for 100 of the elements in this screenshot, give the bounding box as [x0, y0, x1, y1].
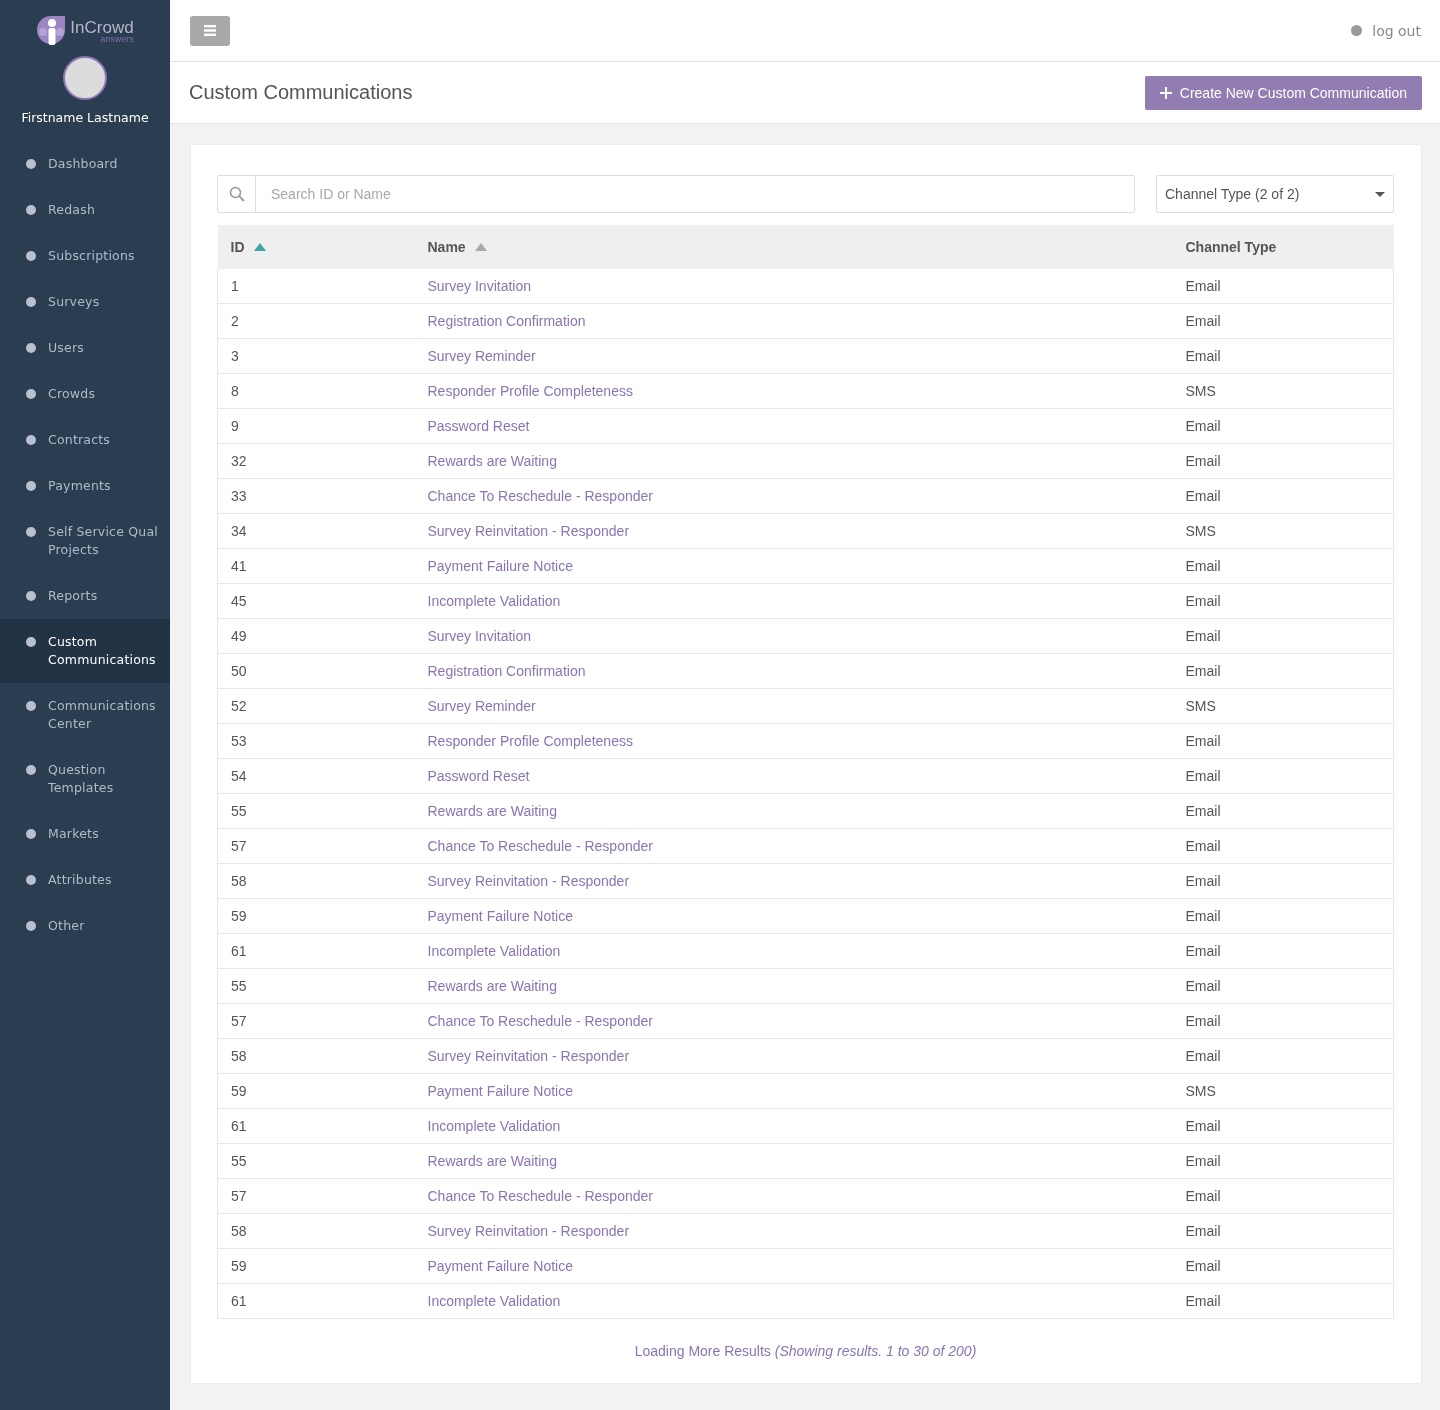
name-link[interactable]: Password Reset [427, 418, 530, 434]
sidebar-item[interactable]: Reports [0, 573, 170, 619]
id-cell: 53 [217, 723, 415, 759]
menu-button[interactable] [190, 15, 230, 46]
sidebar-item[interactable]: Surveys [0, 279, 170, 325]
name-link[interactable]: Survey Reinvitation - Responder [427, 523, 630, 539]
results-status: Loading More Results (Showing results. 1 to 30 of 200) [633, 1343, 978, 1359]
id-cell: 61 [217, 933, 415, 969]
bullet-icon [26, 251, 36, 261]
channel-type-cell: Email [1172, 269, 1394, 304]
channel-type-cell: Email [1172, 1108, 1394, 1144]
column-header: Channel Type [1172, 225, 1394, 269]
channel-type-cell: Email [1172, 408, 1394, 444]
sidebar-item[interactable]: Self Service Qual Projects [0, 509, 170, 573]
name-link[interactable]: Survey Reinvitation - Responder [427, 1048, 630, 1064]
bullet-icon [26, 159, 36, 169]
id-cell: 57 [217, 1003, 415, 1039]
channel-type-cell: Email [1172, 583, 1394, 619]
name-link[interactable]: Chance To Reschedule - Responder [427, 838, 653, 854]
sidebar-item[interactable]: Subscriptions [0, 233, 170, 279]
name-link[interactable]: Payment Failure Notice [427, 908, 573, 924]
channel-type-dropdown[interactable]: Channel Type (2 of 2) [1156, 175, 1394, 213]
name-link[interactable]: Incomplete Validation [427, 1293, 561, 1309]
search-icon [228, 186, 245, 202]
bullet-icon [26, 591, 36, 601]
sidebar-item[interactable]: Crowds [0, 371, 170, 417]
sidebar-item[interactable]: Dashboard [0, 141, 170, 187]
name-link[interactable]: Chance To Reschedule - Responder [427, 1013, 653, 1029]
channel-type-cell: Email [1172, 863, 1394, 899]
bullet-icon [26, 205, 36, 215]
name-link[interactable]: Registration Confirmation [427, 663, 586, 679]
sidebar-item[interactable]: Custom Communications [0, 619, 170, 683]
sidebar-item[interactable]: Question Templates [0, 747, 170, 811]
id-cell: 32 [217, 443, 415, 479]
name-link[interactable]: Rewards are Waiting [427, 803, 557, 819]
bullet-icon [26, 701, 36, 711]
name-link[interactable]: Responder Profile Completeness [427, 733, 633, 749]
caret-icon [1375, 191, 1385, 197]
name-link[interactable]: Incomplete Validation [427, 1118, 561, 1134]
name-link[interactable]: Payment Failure Notice [427, 1083, 573, 1099]
bullet-icon [26, 921, 36, 931]
id-cell: 49 [217, 618, 415, 654]
name-link[interactable]: Survey Invitation [427, 278, 531, 294]
channel-type-cell: Email [1172, 443, 1394, 479]
id-cell: 59 [217, 1073, 415, 1109]
id-cell: 2 [217, 303, 415, 339]
sidebar-item[interactable]: Attributes [0, 857, 170, 903]
bullet-icon [26, 875, 36, 885]
channel-type-cell: Email [1172, 1003, 1394, 1039]
id-cell: 57 [217, 1178, 415, 1214]
sidebar-item[interactable]: Markets [0, 811, 170, 857]
sidebar-item[interactable]: Communications Center [0, 683, 170, 747]
name-link[interactable]: Payment Failure Notice [427, 1258, 573, 1274]
sidebar-item[interactable]: Payments [0, 463, 170, 509]
column-header[interactable]: Name [414, 225, 1173, 269]
id-cell: 59 [217, 898, 415, 934]
id-cell: 45 [217, 583, 415, 619]
id-cell: 58 [217, 863, 415, 899]
bullet-icon [26, 637, 36, 647]
name-link[interactable]: Survey Reinvitation - Responder [427, 873, 630, 889]
user-name: Firstname Lastname [20, 110, 150, 127]
status-dot-icon [1351, 25, 1363, 36]
name-link[interactable]: Password Reset [427, 768, 530, 784]
id-cell: 55 [217, 793, 415, 829]
name-link[interactable]: Rewards are Waiting [427, 453, 557, 469]
channel-type-cell: Email [1172, 723, 1394, 759]
id-cell: 52 [217, 688, 415, 724]
name-link[interactable]: Incomplete Validation [427, 943, 561, 959]
name-link[interactable]: Chance To Reschedule - Responder [427, 1188, 653, 1204]
channel-type-cell: Email [1172, 1283, 1394, 1319]
create-button[interactable]: Create New Custom Communication [1144, 75, 1422, 110]
name-link[interactable]: Survey Reminder [427, 698, 536, 714]
name-link[interactable]: Survey Reinvitation - Responder [427, 1223, 630, 1239]
channel-type-cell: Email [1172, 1178, 1394, 1214]
sidebar-item[interactable]: Users [0, 325, 170, 371]
sidebar-item[interactable]: Redash [0, 187, 170, 233]
menu-icon [204, 25, 216, 36]
logout-link[interactable]: log out [1372, 22, 1421, 39]
channel-type-cell: SMS [1172, 688, 1394, 724]
name-link[interactable]: Registration Confirmation [427, 313, 586, 329]
sidebar-item[interactable]: Other [0, 903, 170, 949]
name-link[interactable]: Survey Invitation [427, 628, 531, 644]
name-link[interactable]: Rewards are Waiting [427, 1153, 557, 1169]
bullet-icon [26, 765, 36, 775]
name-link[interactable]: Chance To Reschedule - Responder [427, 488, 653, 504]
name-link[interactable]: Rewards are Waiting [427, 978, 557, 994]
search-field[interactable]: Search ID or Name [217, 175, 1135, 213]
id-cell: 58 [217, 1038, 415, 1074]
channel-type-cell: Email [1172, 933, 1394, 969]
name-link[interactable]: Responder Profile Completeness [427, 383, 633, 399]
id-cell: 41 [217, 548, 415, 584]
name-link[interactable]: Survey Reminder [427, 348, 536, 364]
bullet-icon [26, 389, 36, 399]
channel-type-cell: Email [1172, 793, 1394, 829]
column-header[interactable]: ID [217, 225, 415, 269]
id-cell: 55 [217, 968, 415, 1004]
name-link[interactable]: Incomplete Validation [427, 593, 561, 609]
name-link[interactable]: Payment Failure Notice [427, 558, 573, 574]
page-title: Custom Communications [189, 81, 413, 104]
sidebar-item[interactable]: Contracts [0, 417, 170, 463]
